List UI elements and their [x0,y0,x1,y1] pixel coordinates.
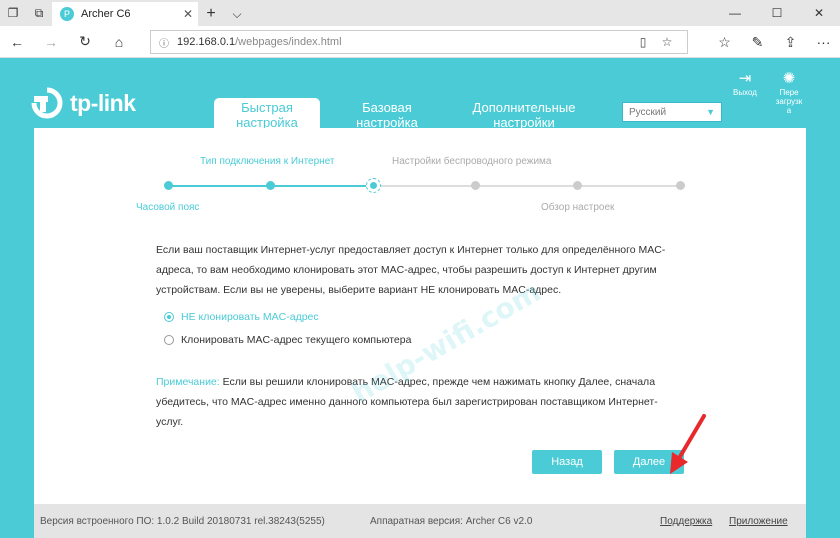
chevron-down-icon: ▼ [706,107,715,117]
close-window-icon[interactable]: ✕ [798,0,840,26]
progress-line-todo [374,185,680,187]
back-icon[interactable]: ← [0,27,34,57]
app-link[interactable]: Приложение [729,516,788,527]
favorites-icon[interactable]: ☆ [708,27,741,57]
mac-clone-description: Если ваш поставщик Интернет-услуг предос… [156,244,666,296]
set-aside-tabs-icon[interactable]: ⧉ [26,0,52,26]
step-label-timezone: Часовой пояс [136,202,200,213]
back-button[interactable]: Назад [532,450,602,474]
tab-basic-line1: Базовая [362,100,412,115]
more-icon[interactable]: ··· [807,27,840,57]
home-icon[interactable]: ⌂ [102,27,136,57]
reboot-icon: ✺ [782,70,796,87]
language-select[interactable]: Русский ▼ [622,102,722,122]
note: Примечание: Если вы решили клонировать M… [156,372,676,432]
step-label-summary: Обзор настроек [541,202,615,213]
reboot-label-1: Пере [779,88,799,97]
step-label-wireless: Настройки беспроводного режима [392,156,552,167]
title-bar: ❐ ⧉ P Archer C6 ✕ + ⌵ — ☐ ✕ [0,0,840,26]
logout-button[interactable]: ⇥ Выход [730,70,760,97]
favorite-star-icon[interactable]: ☆ [655,35,679,49]
browser-tab[interactable]: P Archer C6 ✕ [52,2,198,26]
language-value: Русский [629,106,667,118]
minimize-icon[interactable]: — [714,0,756,26]
tplink-favicon-icon: P [60,7,74,21]
logout-icon: ⇥ [738,70,752,87]
step-dot-4 [471,181,480,190]
tplink-logo-icon [31,87,63,119]
main-tabs: Быстрая настройка Базовая настройка Допо… [214,98,608,130]
forward-icon[interactable]: → [34,27,68,57]
maximize-icon[interactable]: ☐ [756,0,798,26]
step-dot-2 [266,181,275,190]
tab-list-chevron-icon[interactable]: ⌵ [224,2,250,26]
step-dot-1 [164,181,173,190]
hardware-version: Аппаратная версия: Archer C6 v2.0 [370,515,533,527]
close-tab-icon[interactable]: ✕ [178,7,198,21]
navigation-bar: ← → ↻ ⌂ ⓘ 192.168.0.1/webpages/index.htm… [0,26,840,58]
new-tab-icon[interactable]: + [198,2,224,26]
logout-label: Выход [733,88,757,97]
firmware-version: Версия встроенного ПО: 1.0.2 Build 20180… [40,515,325,527]
tab-advanced-line1: Дополнительные [472,100,576,115]
url-path: /webpages/index.html [235,36,342,48]
refresh-icon[interactable]: ↻ [68,27,102,57]
tab-quick-setup-line1: Быстрая [241,100,293,115]
tplink-logo: tp-link [30,86,136,120]
radio-no-clone-label: НЕ клонировать MAC-адрес [181,311,319,323]
share-icon[interactable]: ⇪ [774,27,807,57]
address-bar[interactable]: ⓘ 192.168.0.1/webpages/index.html ▯ ☆ [150,30,688,54]
window-controls: — ☐ ✕ [714,0,840,26]
reboot-label-3: а [786,106,792,115]
router-page: tp-link Быстрая настройка Базовая настро… [0,58,840,538]
brand-name: tp-link [70,89,136,116]
radio-clone[interactable]: Клонировать MAC-адрес текущего компьютер… [164,334,411,346]
radio-no-clone[interactable]: НЕ клонировать MAC-адрес [164,311,319,323]
reboot-button[interactable]: ✺ Пере загрузк а [772,70,806,115]
url-host: 192.168.0.1 [177,36,236,48]
note-label: Примечание: [156,376,220,388]
red-arrow-icon [670,414,706,474]
step-label-connection-type: Тип подключения к Интернет [200,156,335,167]
pen-icon[interactable]: ✎ [741,27,774,57]
tab-advanced[interactable]: Дополнительные настройки [454,98,594,130]
tab-actions-icon[interactable]: ❐ [0,0,26,26]
radio-on-icon[interactable] [164,312,174,322]
tab-basic[interactable]: Базовая настройка [334,98,440,130]
browser-toolbar: ☆ ✎ ⇪ ··· [708,26,840,58]
footer: Версия встроенного ПО: 1.0.2 Build 20180… [34,504,806,538]
reading-view-icon[interactable]: ▯ [631,35,655,49]
progress-steps: Тип подключения к Интернет Настройки бес… [34,128,806,218]
info-icon[interactable]: ⓘ [159,35,169,50]
step-dot-5 [573,181,582,190]
step-dot-6 [676,181,685,190]
url-text[interactable]: 192.168.0.1/webpages/index.html [177,36,631,48]
tab-title: Archer C6 [81,8,131,20]
support-link[interactable]: Поддержка [660,516,712,527]
radio-off-icon[interactable] [164,335,174,345]
step-dot-current [366,178,381,193]
radio-clone-label: Клонировать MAC-адрес текущего компьютер… [181,334,412,346]
tab-quick-setup[interactable]: Быстрая настройка [214,98,320,130]
reboot-label-2: загрузк [775,97,803,106]
